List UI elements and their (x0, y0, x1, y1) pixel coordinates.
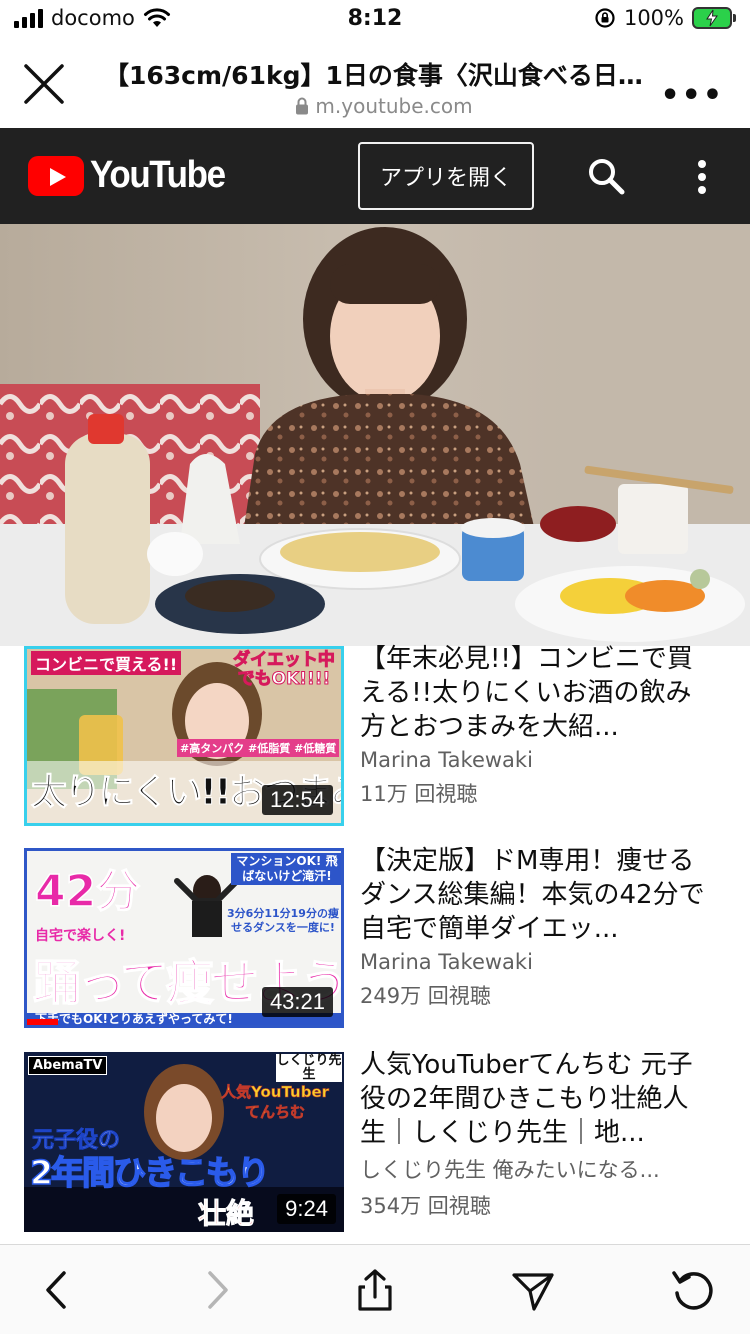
video-thumbnail[interactable]: 42分 マンションOK! 飛ばないけど滝汗! 3分6分11分19分の痩せるダンス… (24, 848, 344, 1028)
video-channel[interactable]: Marina Takewaki (360, 748, 710, 772)
video-meta: 【年末必見!!】コンビニで買える!!太りにくいお酒の飲み方とおつまみを大紹...… (360, 642, 710, 808)
page-url: m.youtube.com (104, 94, 664, 118)
lock-icon (296, 97, 309, 115)
video-item[interactable]: 42分 マンションOK! 飛ばないけど滝汗! 3分6分11分19分の痩せるダンス… (0, 846, 750, 1028)
thumb-text-show: しくじり先生 (276, 1053, 342, 1082)
thumb-text-top-left: コンビニで買える!! (31, 651, 182, 675)
youtube-wordmark: YouTube (90, 154, 226, 196)
video-duration: 12:54 (261, 785, 333, 815)
open-app-button[interactable]: アプリを開く (358, 142, 534, 210)
thumb-text-home: 自宅で楽しく! (35, 928, 126, 944)
youtube-logo[interactable]: YouTube (28, 154, 236, 197)
thumb-text-tags: #高タンパク #低脂質 #低糖質 (177, 739, 340, 757)
video-meta: 【決定版】ドM専用！痩せるダンス総集編！本気の42分で自宅で簡単ダイエッ... … (360, 844, 710, 1010)
video-thumbnail[interactable]: AbemaTV しくじり先生 人気YouTuber てんちむ 元子役の 2年間ひ… (24, 1052, 344, 1232)
youtube-header: YouTube アプリを開く (0, 128, 750, 224)
video-views: 354万 回視聴 (360, 1194, 491, 1218)
share-icon[interactable] (352, 1267, 398, 1313)
video-title[interactable]: 【年末必見!!】コンビニで買える!!太りにくいお酒の飲み方とおつまみを大紹... (360, 642, 710, 744)
forward-arrow-icon[interactable] (194, 1267, 240, 1313)
video-views: 249万 回視聴 (360, 984, 491, 1008)
video-frame (0, 224, 750, 646)
thumb-text-note2: 3分6分11分19分の痩せるダンスを一度に! (227, 907, 339, 934)
video-item[interactable]: コンビニで買える!! ダイエット中でもOK!!!! #高タンパク #低脂質 #低… (0, 644, 750, 826)
browser-header: 【163cm/61kg】1日の食事〈沢山食べる日編... m.youtube.c… (0, 40, 750, 128)
status-right: 100% (594, 6, 736, 30)
send-icon[interactable] (510, 1267, 556, 1313)
thumb-text-name: 人気YouTuber てんちむ (220, 1083, 330, 1122)
page-title: 【163cm/61kg】1日の食事〈沢山食べる日編... (104, 61, 664, 90)
browser-toolbar (0, 1244, 750, 1334)
video-item[interactable]: AbemaTV しくじり先生 人気YouTuber てんちむ 元子役の 2年間ひ… (0, 1050, 750, 1232)
back-arrow-icon[interactable] (34, 1267, 80, 1313)
thumb-text-end: 壮絶 (197, 1197, 255, 1231)
video-channel[interactable]: Marina Takewaki (360, 950, 710, 974)
more-options-icon[interactable]: ••• (660, 78, 724, 113)
video-title[interactable]: 【決定版】ドM専用！痩せるダンス総集編！本気の42分で自宅で簡単ダイエッ... (360, 844, 710, 946)
video-title[interactable]: 人気YouTuberてんちむ 元子役の2年間ひきこもり壮絶人生｜しくじり先生｜地… (360, 1048, 710, 1150)
reload-icon[interactable] (670, 1267, 716, 1313)
video-duration: 43:21 (261, 987, 333, 1017)
video-thumbnail[interactable]: コンビニで買える!! ダイエット中でもOK!!!! #高タンパク #低脂質 #低… (24, 646, 344, 826)
video-channel[interactable]: しくじり先生 俺みたいになる... (360, 1154, 710, 1184)
battery-percent: 100% (623, 6, 684, 30)
close-icon[interactable] (22, 62, 66, 106)
orientation-lock-icon (595, 8, 615, 28)
thumb-text-top-right: ダイエット中でもOK!!!! (233, 650, 336, 689)
video-player[interactable] (0, 224, 750, 646)
kebab-menu-icon[interactable] (696, 160, 708, 194)
thumb-text-bottom: 下手でもOK!とりあえずやってみて! (35, 1012, 233, 1026)
video-duration: 9:24 (277, 1194, 336, 1224)
thumb-text-brand: AbemaTV (28, 1056, 108, 1075)
battery-icon (692, 7, 736, 29)
video-views: 11万 回視聴 (360, 782, 478, 806)
thumb-text-minutes: 42分 (34, 865, 141, 918)
status-bar: docomo 8:12 100% (0, 0, 750, 40)
thumb-text-note1: マンションOK! 飛ばないけど滝汗! (231, 853, 341, 885)
video-meta: 人気YouTuberてんちむ 元子役の2年間ひきこもり壮絶人生｜しくじり先生｜地… (360, 1048, 710, 1220)
url-text: m.youtube.com (315, 94, 473, 118)
search-icon[interactable] (586, 156, 626, 196)
watch-progress-bar (27, 1019, 59, 1025)
thumb-text-main: 2年間ひきこもり (29, 1152, 270, 1193)
youtube-play-icon (28, 155, 84, 196)
